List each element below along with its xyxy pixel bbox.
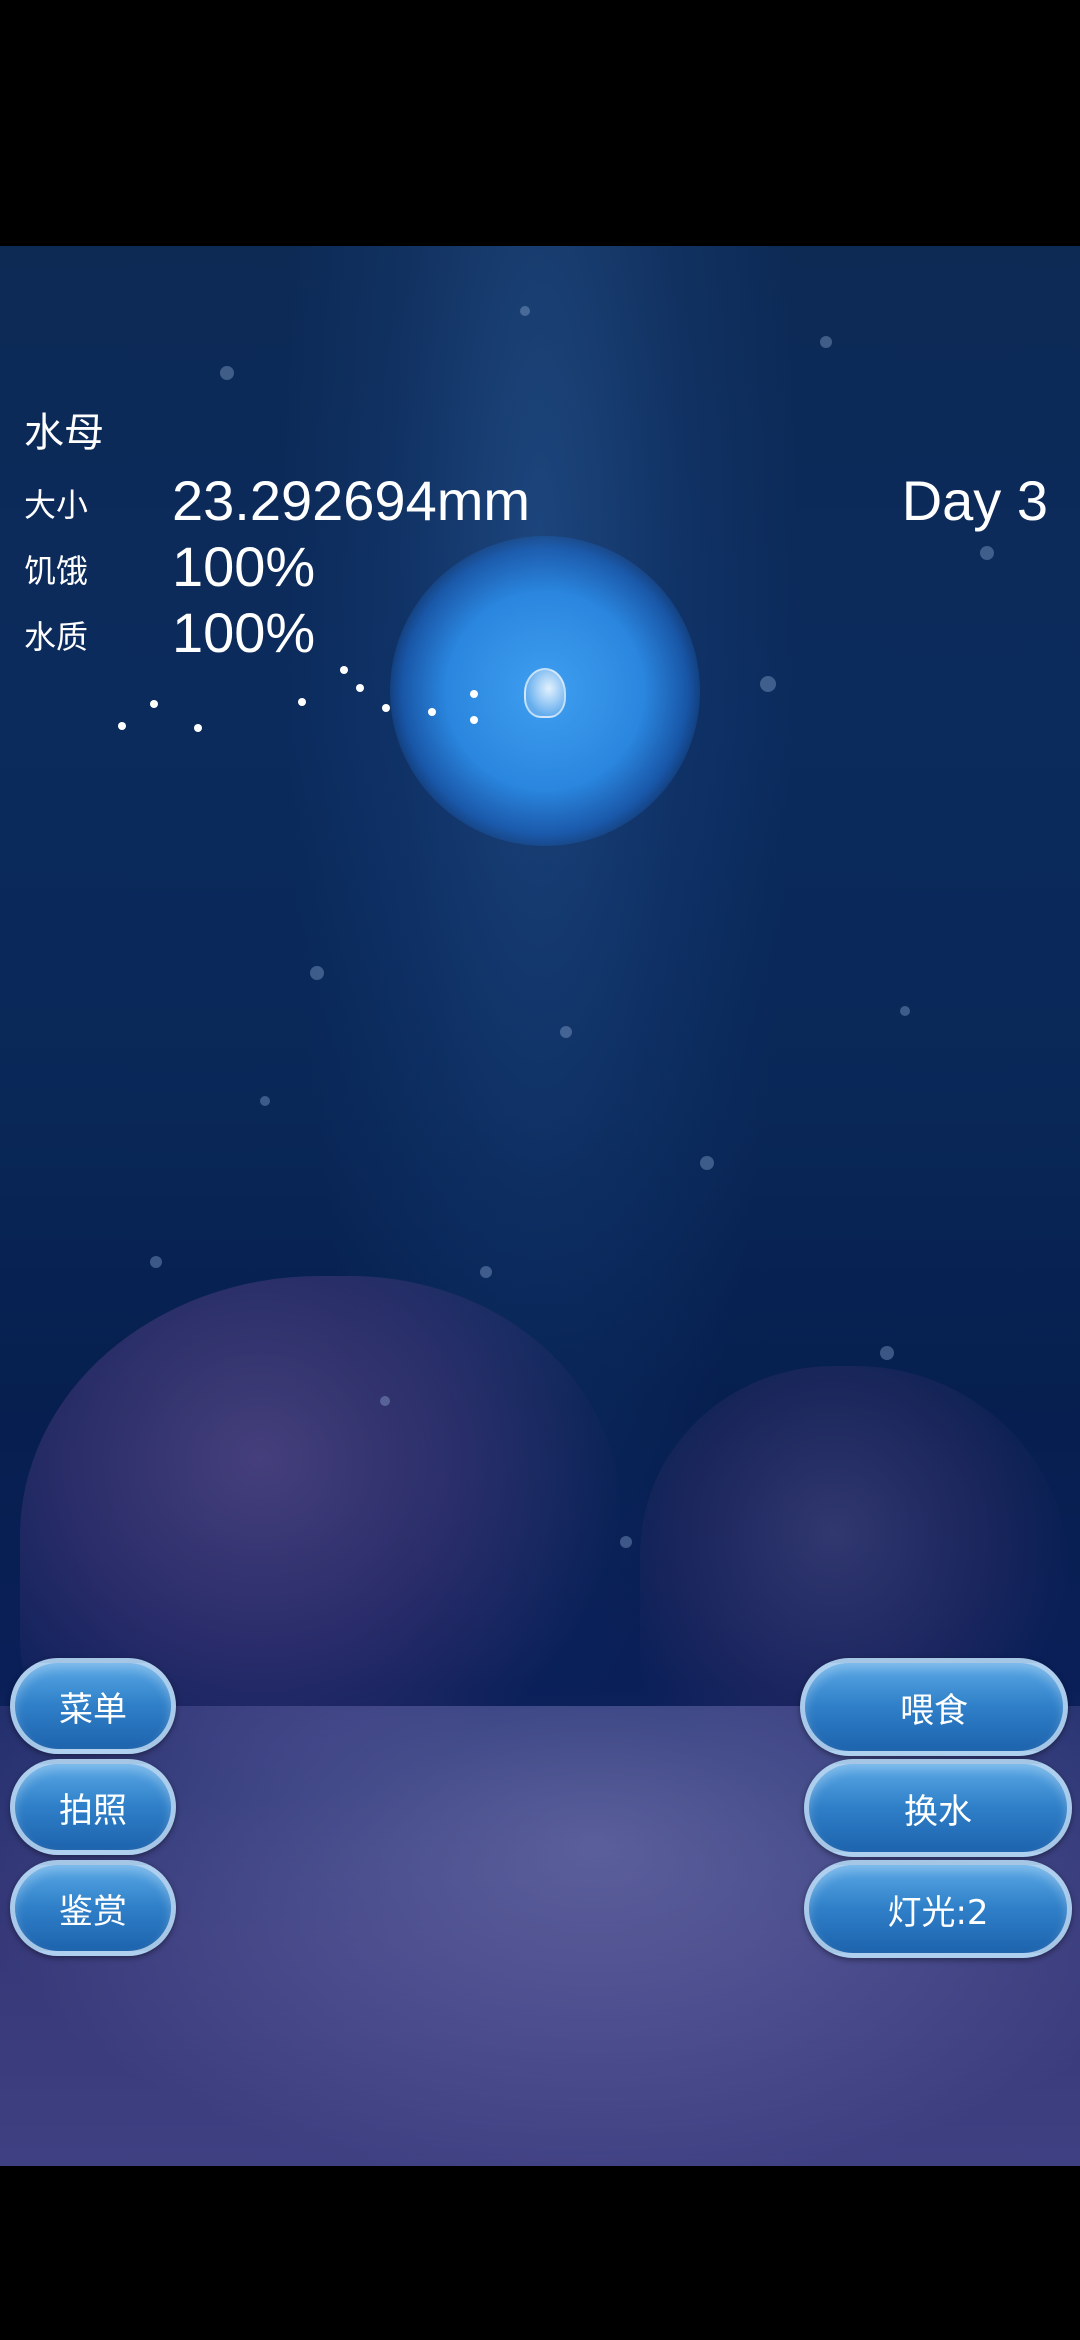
bubble [380,1396,390,1406]
bubble [310,966,324,980]
water-quality-value: 100% [172,601,316,664]
bubble [260,1096,270,1106]
bubble [220,366,234,380]
size-label: 大小 [24,486,89,524]
change-water-button[interactable]: 换水 [804,1759,1072,1857]
bubble [150,1256,162,1268]
bubble [980,546,994,560]
food-pellet [382,704,390,712]
photo-button[interactable]: 拍照 [10,1759,176,1855]
appreciate-button[interactable]: 鉴赏 [10,1860,176,1956]
food-pellet [428,708,436,716]
food-pellet [118,722,126,730]
day-counter: Day 3 [901,469,1048,532]
menu-button[interactable]: 菜单 [10,1658,176,1754]
bubble [900,1006,910,1016]
bubble [520,306,530,316]
bubble [480,1266,492,1278]
food-pellet [194,724,202,732]
light-button[interactable]: 灯光:2 [804,1860,1072,1958]
feed-button[interactable]: 喂食 [800,1658,1068,1756]
hunger-label: 饥饿 [24,552,89,590]
jellyfish[interactable] [524,668,566,718]
food-pellet [298,698,306,706]
size-value: 23.292694mm [172,469,531,532]
bubble [760,676,776,692]
hunger-value: 100% [172,535,316,598]
food-pellet [470,716,478,724]
water-quality-label: 水质 [24,618,89,656]
food-pellet [356,684,364,692]
bubble [620,1536,632,1548]
creature-name: 水母 [24,410,104,456]
food-pellet [150,700,158,708]
bubble [700,1156,714,1170]
bubble [880,1346,894,1360]
bubble [560,1026,572,1038]
food-pellet [340,666,348,674]
bubble [820,336,832,348]
game-screen: 水母 大小 23.292694mm Day 3 饥饿 100% 水质 100% … [0,0,1080,2340]
food-pellet [470,690,478,698]
